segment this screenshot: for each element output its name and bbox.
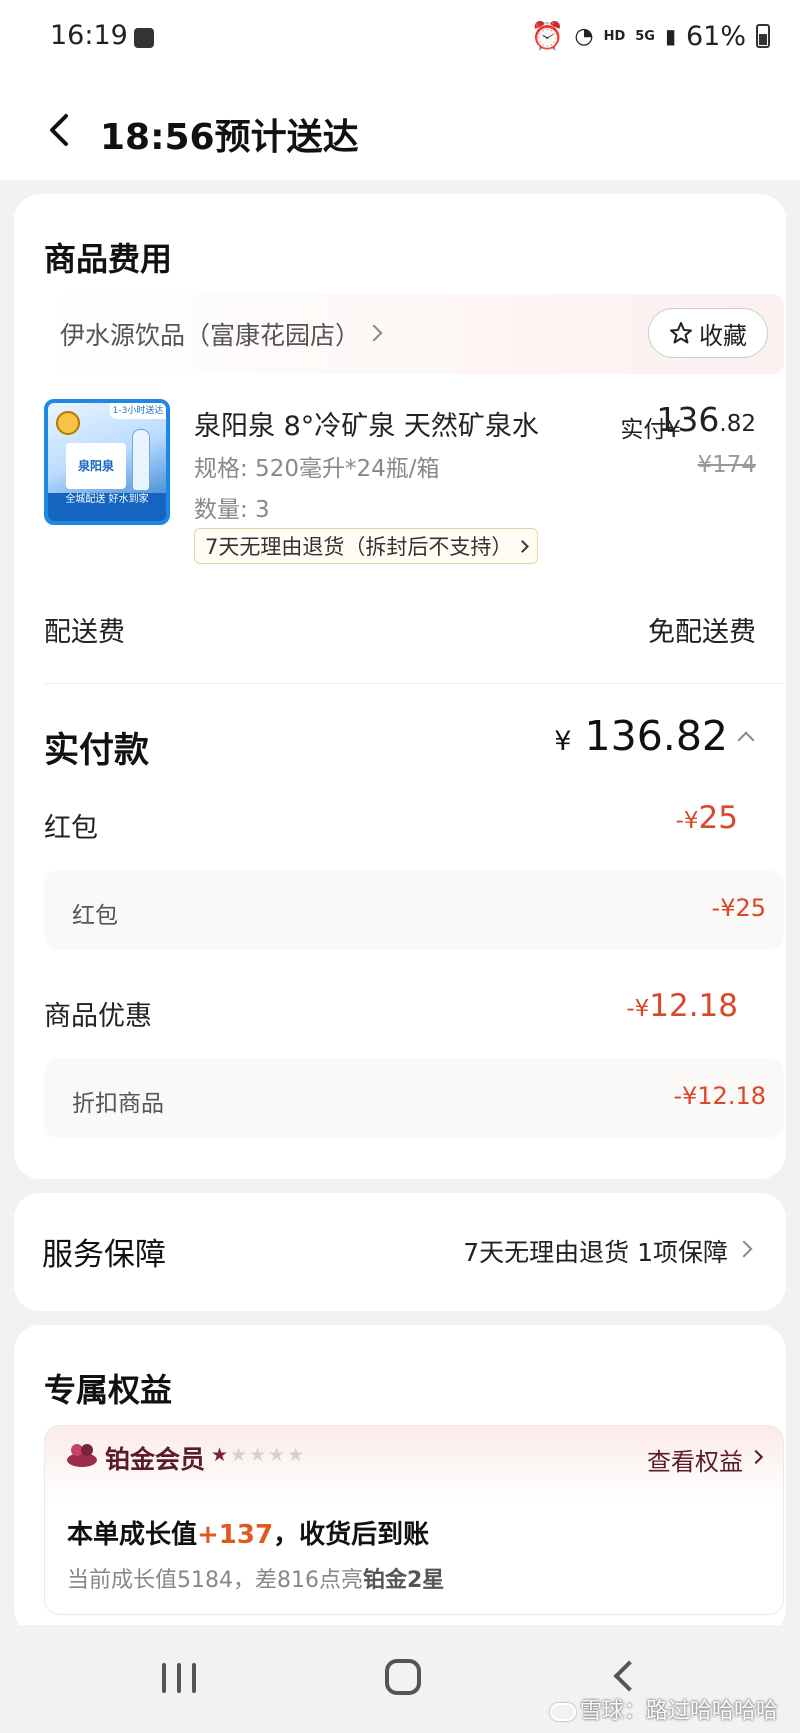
chevron-up-icon[interactable] bbox=[737, 731, 755, 749]
product-spec: 规格: 520毫升*24瓶/箱 bbox=[194, 456, 440, 482]
5g-label: 5G bbox=[635, 28, 655, 44]
paid-price-int: 136 bbox=[656, 400, 720, 439]
bottle-graphic bbox=[132, 429, 150, 491]
store-row[interactable]: 伊水源饮品（富康花园店） 收藏 bbox=[44, 294, 784, 374]
growth-suffix: ，收货后到账 bbox=[273, 1520, 430, 1550]
chevron-right-icon bbox=[748, 1449, 764, 1465]
total-amount: 136.82 bbox=[584, 712, 728, 760]
chevron-right-icon bbox=[735, 1240, 753, 1258]
product-image[interactable]: 1-3小时送达 泉阳泉 全城配送 好水到家 bbox=[44, 399, 170, 525]
goods-cost-card: 商品费用 伊水源饮品（富康花园店） 收藏 1-3小时送达 泉阳泉 全城配送 好水… bbox=[14, 194, 786, 1179]
watermark-logo-icon bbox=[549, 1703, 576, 1721]
red-packet-currency: -¥ bbox=[675, 808, 699, 834]
favorite-button[interactable]: 收藏 bbox=[648, 308, 768, 358]
red-packet-sub-value: -¥25 bbox=[711, 894, 766, 922]
view-benefits-link[interactable]: 查看权益 bbox=[647, 1442, 743, 1477]
image-band-text: 全城配送 好水到家 bbox=[48, 493, 166, 521]
service-card[interactable]: 服务保障 7天无理由退货 1项保障 bbox=[14, 1193, 786, 1311]
product-discount-value: -¥12.18 bbox=[626, 988, 738, 1024]
system-nav-bar: 雪球：路过哈哈哈哈 bbox=[0, 1625, 800, 1733]
section-title-goods: 商品费用 bbox=[44, 240, 173, 278]
recent-apps-icon[interactable] bbox=[162, 1663, 196, 1693]
original-price: ¥174 bbox=[697, 452, 756, 478]
growth-line: 本单成长值+137，收货后到账 bbox=[67, 1514, 429, 1551]
red-packet-value: -¥25 bbox=[676, 800, 738, 836]
chevron-right-icon bbox=[365, 324, 383, 342]
home-icon[interactable] bbox=[385, 1659, 421, 1695]
back-arrow-icon[interactable] bbox=[46, 112, 72, 148]
growth-value: +137 bbox=[197, 1520, 274, 1550]
signal-icon: ▮ bbox=[664, 24, 676, 48]
red-packet-sub-label: 红包 bbox=[72, 903, 118, 929]
product-discount-detail-row: 折扣商品 -¥12.18 bbox=[44, 1058, 784, 1138]
member-stars: ★★★★★ bbox=[211, 1444, 307, 1466]
watermark-text: 雪球：路过哈哈哈哈 bbox=[579, 1699, 778, 1724]
divider bbox=[44, 683, 784, 684]
chevron-right-icon bbox=[516, 539, 530, 553]
current-prefix: 当前成长值5184，差816点亮 bbox=[67, 1568, 363, 1593]
member-badge-icon bbox=[67, 1444, 97, 1467]
status-right: ⏰ ◔ HD 5G ▮ 61% bbox=[531, 20, 770, 52]
product-discount-label: 商品优惠 bbox=[44, 1001, 152, 1032]
delivery-fee-label: 配送费 bbox=[44, 617, 125, 648]
delivery-fee-value: 免配送费 bbox=[648, 617, 756, 648]
favorite-label: 收藏 bbox=[699, 321, 747, 350]
product-quantity: 数量: 3 bbox=[194, 497, 270, 523]
alarm-notification-icon bbox=[134, 28, 154, 48]
product-discount-currency: -¥ bbox=[626, 996, 650, 1022]
member-box: 铂金会员 ★★★★★ 查看权益 本单成长值+137，收货后到账 当前成长值518… bbox=[44, 1425, 784, 1615]
paid-price: 136.82 bbox=[656, 400, 756, 439]
nav-back-icon[interactable] bbox=[613, 1660, 645, 1692]
service-value: 7天无理由退货 1项保障 bbox=[463, 1238, 728, 1267]
red-packet-detail-row: 红包 -¥25 bbox=[44, 870, 784, 950]
status-bar: 16:19 ⏰ ◔ HD 5G ▮ 61% bbox=[0, 0, 800, 80]
product-discount-sub-value: -¥12.18 bbox=[673, 1082, 766, 1110]
total-label: 实付款 bbox=[44, 731, 150, 771]
red-packet-label: 红包 bbox=[44, 813, 98, 844]
star-outline-icon bbox=[670, 322, 692, 344]
product-name[interactable]: 泉阳泉 8°冷矿泉 天然矿泉水 bbox=[194, 404, 554, 443]
watermark: 雪球：路过哈哈哈哈 bbox=[549, 1693, 778, 1725]
wifi-icon: ◔ bbox=[574, 23, 594, 49]
battery-icon bbox=[756, 24, 770, 48]
page-header: 18:56预计送达 bbox=[0, 80, 800, 180]
section-title-benefits: 专属权益 bbox=[44, 1371, 173, 1409]
total-value: ¥ 136.82 bbox=[554, 712, 728, 760]
store-name[interactable]: 伊水源饮品（富康花园店） bbox=[60, 316, 360, 352]
return-policy-tag[interactable]: 7天无理由退货（拆封后不支持） bbox=[194, 528, 539, 564]
service-title: 服务保障 bbox=[42, 1237, 166, 1273]
member-name: 铂金会员 bbox=[105, 1445, 206, 1474]
image-brand-text: 泉阳泉 bbox=[77, 459, 114, 473]
product-discount-sub-label: 折扣商品 bbox=[72, 1091, 164, 1117]
hd-label: HD bbox=[603, 28, 626, 44]
current-growth-line: 当前成长值5184，差816点亮铂金2星 bbox=[67, 1562, 444, 1594]
paid-price-dec: .82 bbox=[719, 411, 756, 437]
brand-logo-icon bbox=[56, 411, 80, 435]
status-time: 16:19 bbox=[50, 20, 128, 51]
return-policy-text: 7天无理由退货（拆封后不支持） bbox=[205, 535, 513, 559]
red-packet-amount: 25 bbox=[698, 800, 738, 836]
benefits-card: 专属权益 铂金会员 ★★★★★ 查看权益 本单成长值+137，收货后到账 当前成… bbox=[14, 1325, 786, 1635]
current-level: 铂金2星 bbox=[362, 1568, 445, 1593]
product-box-graphic: 泉阳泉 bbox=[66, 443, 126, 489]
battery-percent: 61% bbox=[685, 20, 746, 52]
alarm-icon: ⏰ bbox=[530, 21, 565, 52]
product-discount-amount: 12.18 bbox=[649, 988, 738, 1024]
image-delivery-badge: 1-3小时送达 bbox=[110, 403, 166, 419]
total-currency: ¥ bbox=[554, 726, 572, 757]
page-title: 18:56预计送达 bbox=[100, 117, 359, 158]
growth-prefix: 本单成长值 bbox=[67, 1520, 198, 1550]
